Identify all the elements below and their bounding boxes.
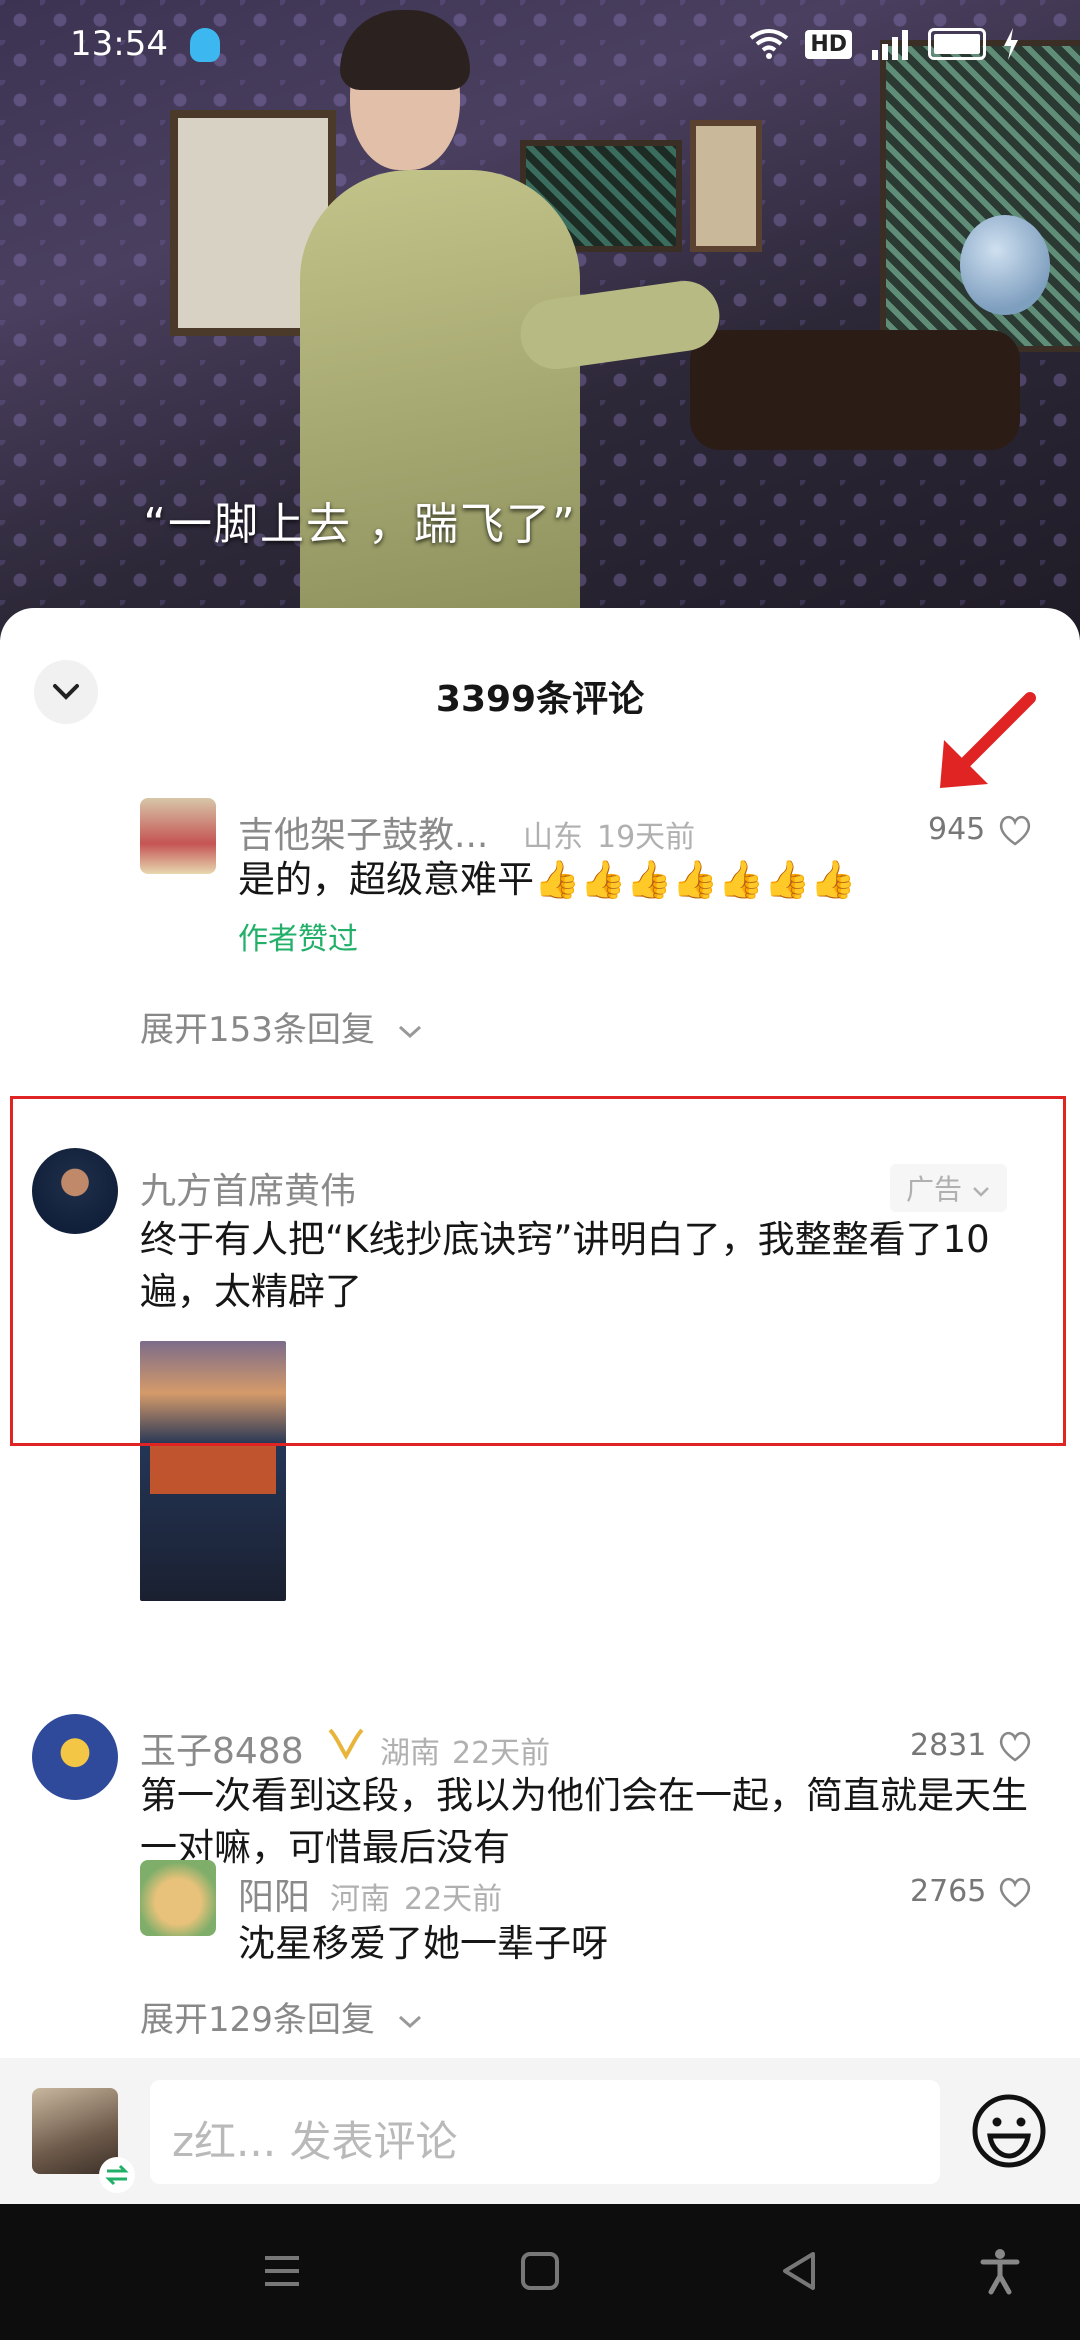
comment-text: 是的，超级意难平👍👍👍👍👍👍👍 (238, 858, 857, 901)
comment-time: 22天前 (452, 1736, 551, 1771)
status-time: 13:54 (70, 24, 168, 64)
home-square-icon[interactable] (515, 2246, 565, 2296)
ad-image-banner (150, 1446, 276, 1494)
accessibility-icon[interactable] (975, 2246, 1025, 2296)
author-liked-badge: 作者赞过 (238, 922, 358, 957)
comment-input-placeholder: z红... 发表评论 (172, 2117, 458, 2166)
heart-icon[interactable] (997, 1876, 1033, 1908)
comment-region: 山东 (523, 820, 583, 855)
system-navigation-bar (0, 2204, 1080, 2340)
comment-time: 19天前 (597, 820, 696, 855)
avatar[interactable] (140, 798, 216, 874)
comment-region: 河南 (330, 1882, 390, 1917)
table (690, 330, 1020, 450)
expand-replies[interactable]: 展开129条回复 (140, 1992, 424, 2041)
vase (960, 215, 1050, 315)
chevron-down-icon (398, 1025, 421, 1039)
heart-icon[interactable] (997, 1730, 1033, 1762)
comment-text: 第一次看到这段，我以为他们会在一起，简直就是天生一对嘛，可惜最后没有 (140, 1774, 1028, 1869)
comment-username[interactable]: 吉他架子鼓教... (238, 806, 488, 858)
switch-icon[interactable] (98, 2156, 136, 2194)
annotation-arrow-icon (940, 692, 1036, 788)
qq-notification-icon (190, 28, 220, 62)
hd-badge: HD (805, 29, 852, 59)
badge-icon (328, 1728, 364, 1760)
video-subtitle: “一脚上去 ，踹飞了” (143, 499, 577, 550)
comment-region: 湖南 (380, 1736, 440, 1771)
comment-count-title: 3399条评论 (435, 679, 645, 720)
comment-username[interactable]: 阳阳 (238, 1868, 310, 1920)
battery-icon (928, 28, 986, 60)
chevron-down-icon (398, 2015, 421, 2029)
heart-icon[interactable] (997, 814, 1033, 846)
expand-replies[interactable]: 展开153条回复 (140, 1002, 424, 1051)
avatar[interactable] (32, 1714, 118, 1800)
expand-replies-label: 展开129条回复 (140, 2000, 375, 2040)
comment-text: 沈星移爱了她一辈子呀 (238, 1922, 608, 1965)
expand-replies-label: 展开153条回复 (140, 1010, 375, 1050)
status-bar: 13:54 HD (0, 0, 1080, 95)
wifi-icon (750, 29, 789, 59)
emoji-icon[interactable] (970, 2092, 1048, 2170)
menu-icon[interactable] (257, 2246, 307, 2296)
like-count: 2765 (910, 1874, 987, 1909)
comment-input[interactable]: z红... 发表评论 (150, 2080, 940, 2184)
like-count: 945 (928, 812, 986, 847)
wall-painting-small (690, 120, 762, 252)
comments-sheet: 3399条评论 吉他架子鼓教... 山东 19天前 945 是的，超级意难平👍👍… (0, 608, 1080, 2058)
like-count: 2831 (910, 1728, 987, 1763)
avatar[interactable] (140, 1860, 216, 1936)
video-player[interactable]: “一脚上去 ，踹飞了” (0, 0, 1080, 640)
charging-icon (1004, 28, 1018, 60)
comment-username[interactable]: 玉子8488 (140, 1722, 304, 1774)
comment-time: 22天前 (404, 1882, 503, 1917)
annotation-highlight-box (10, 1096, 1066, 1446)
signal-icon (872, 30, 908, 60)
comment-input-bar: z红... 发表评论 (0, 2058, 1080, 2204)
back-triangle-icon[interactable] (775, 2246, 825, 2296)
